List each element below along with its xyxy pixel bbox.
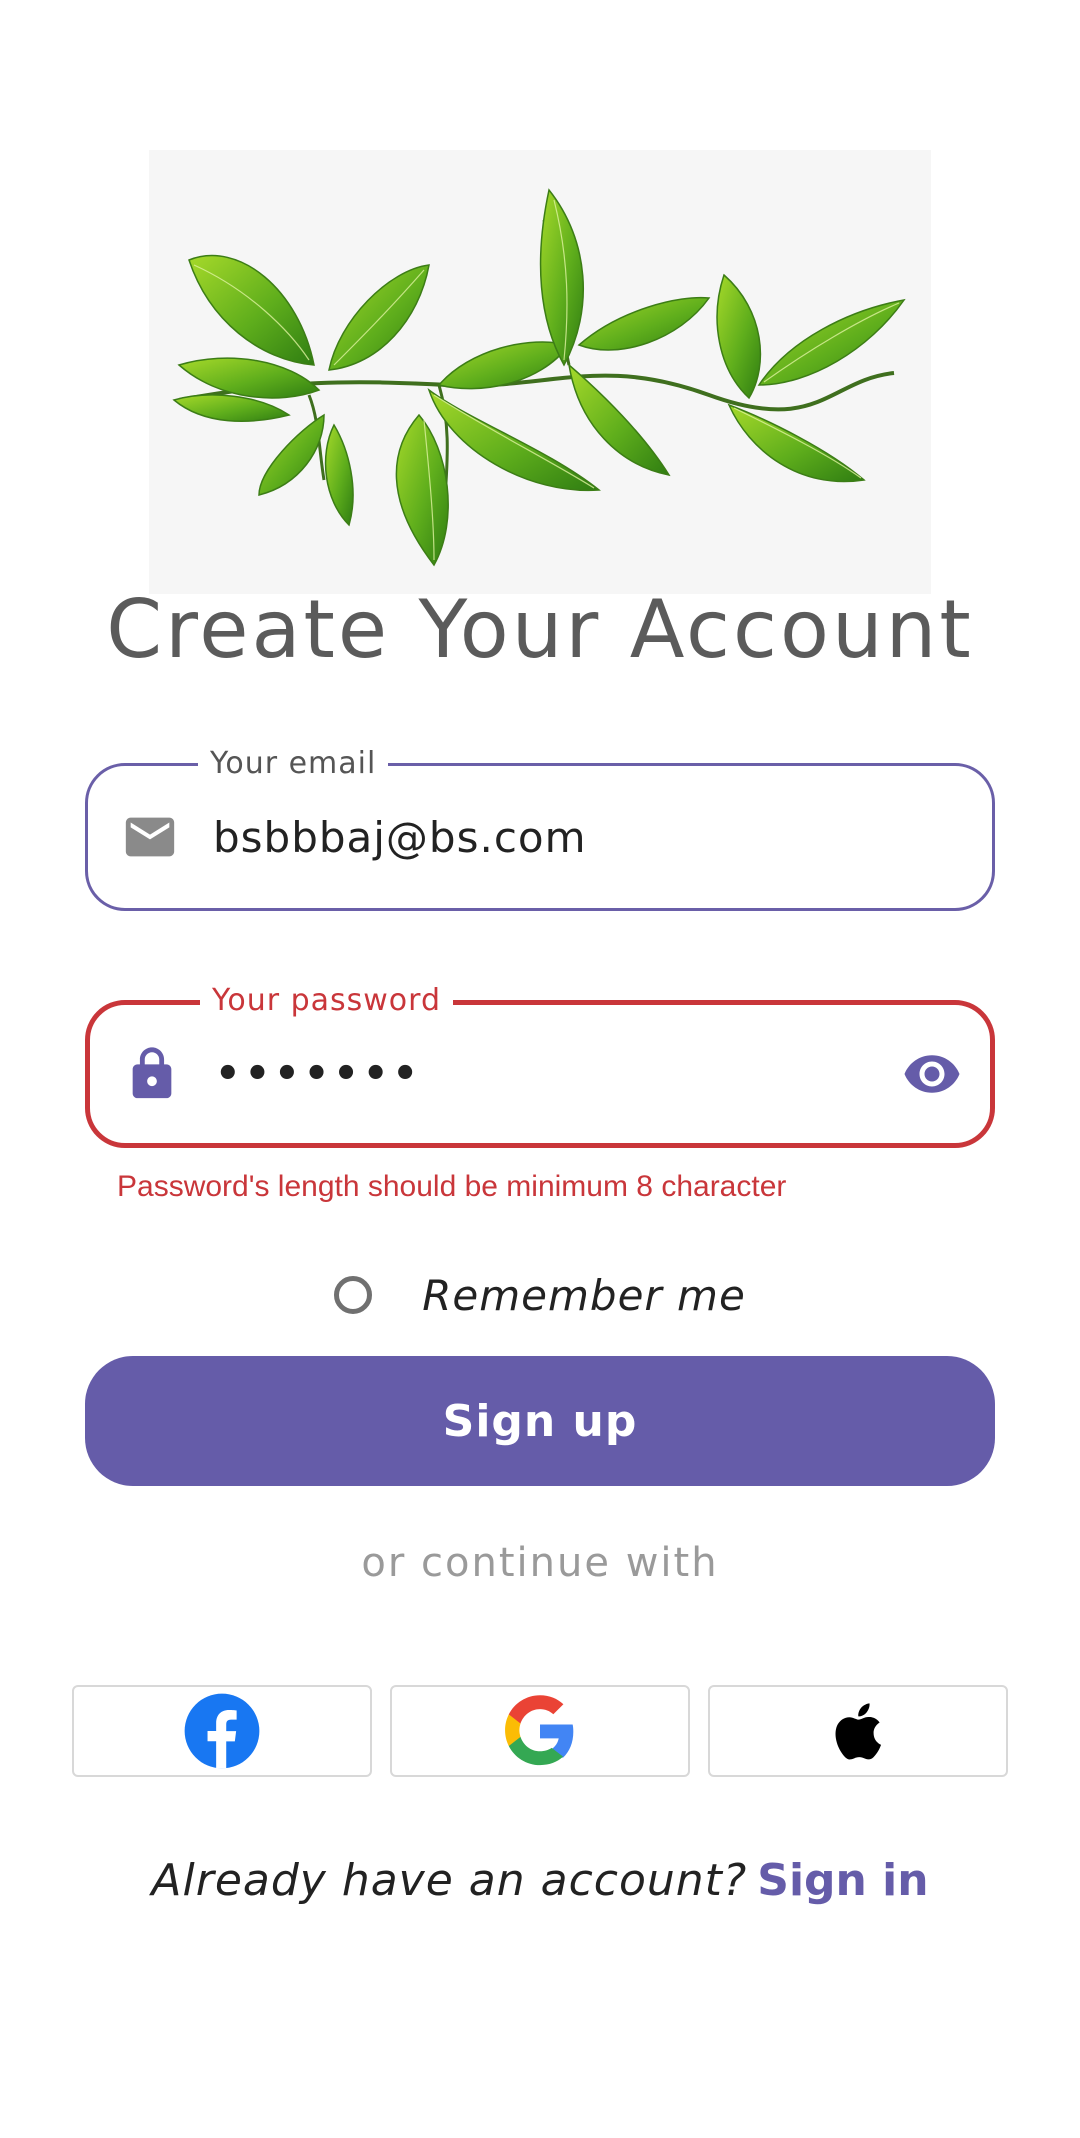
apple-icon: [835, 1703, 882, 1760]
email-icon: [121, 808, 179, 866]
password-input[interactable]: •••••••: [215, 1005, 422, 1143]
facebook-icon: [184, 1693, 260, 1769]
sign-in-prompt-row: Already have an account? Sign in: [0, 1855, 1080, 1906]
apple-login-button[interactable]: [708, 1685, 1008, 1777]
sign-in-link[interactable]: Sign in: [757, 1855, 928, 1906]
facebook-login-button[interactable]: [72, 1685, 372, 1777]
email-field[interactable]: Your email bsbbbaj@bs.com: [85, 744, 995, 911]
eye-icon[interactable]: [902, 1044, 962, 1104]
email-input[interactable]: bsbbbaj@bs.com: [213, 766, 587, 908]
remember-me-row[interactable]: Remember me: [0, 1260, 1080, 1330]
continue-with-divider: or continue with: [361, 1540, 719, 1586]
remember-me-radio[interactable]: [334, 1276, 373, 1314]
remember-me-label: Remember me: [422, 1270, 746, 1320]
password-field[interactable]: Your password •••••••: [85, 981, 995, 1148]
google-login-button[interactable]: [390, 1685, 690, 1777]
sign-in-prompt: Already have an account?: [151, 1855, 748, 1906]
hero-leaves-image: [149, 150, 931, 594]
password-error-message: Password's length should be minimum 8 ch…: [117, 1170, 787, 1203]
sign-up-button[interactable]: Sign up: [85, 1356, 995, 1486]
google-icon: [505, 1695, 574, 1766]
lock-icon: [123, 1045, 181, 1103]
page-title: Create Your Account: [106, 583, 974, 676]
